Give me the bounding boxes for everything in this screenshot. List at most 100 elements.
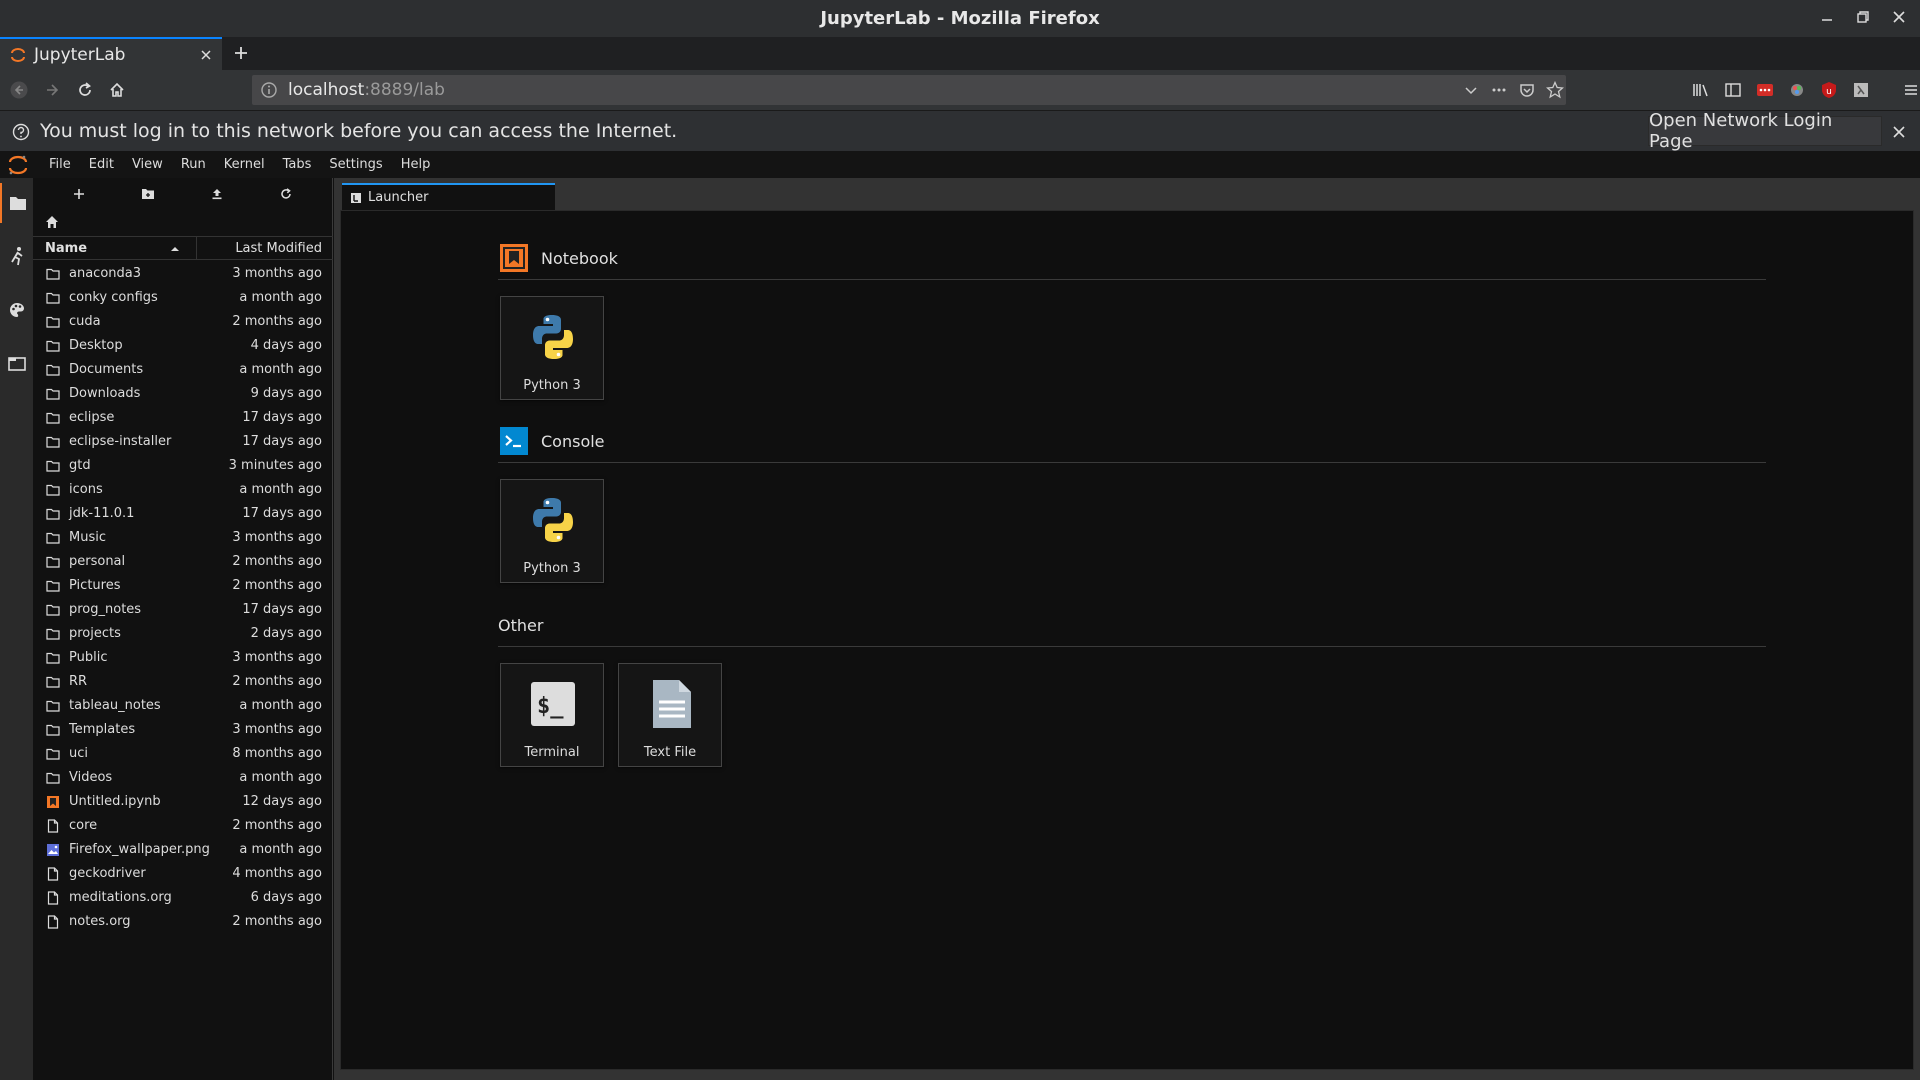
file-row[interactable]: core 2 months ago	[33, 814, 333, 838]
close-notification-icon[interactable]	[1888, 121, 1910, 143]
other-section: Other $_ Terminal Text File	[498, 609, 1766, 767]
file-row[interactable]: Desktop 4 days ago	[33, 334, 333, 358]
refresh-icon[interactable]	[276, 184, 296, 204]
menu-tabs[interactable]: Tabs	[274, 157, 321, 172]
file-name: personal	[69, 554, 126, 569]
new-tab-icon[interactable]	[230, 42, 252, 64]
file-row[interactable]: meditations.org 6 days ago	[33, 886, 333, 910]
file-name: Pictures	[69, 578, 121, 593]
file-row[interactable]: Documents a month ago	[33, 358, 333, 382]
file-row[interactable]: tableau_notes a month ago	[33, 694, 333, 718]
file-row[interactable]: Downloads 9 days ago	[33, 382, 333, 406]
open-network-login-button[interactable]: Open Network Login Page	[1648, 110, 1882, 152]
file-row[interactable]: Music 3 months ago	[33, 526, 333, 550]
file-row[interactable]: icons a month ago	[33, 478, 333, 502]
file-name: eclipse	[69, 410, 115, 425]
file-row[interactable]: anaconda3 3 months ago	[33, 262, 333, 286]
new-launcher-icon[interactable]	[69, 184, 89, 204]
file-row[interactable]: projects 2 days ago	[33, 622, 333, 646]
column-modified-header[interactable]: Last Modified	[235, 241, 322, 256]
file-row[interactable]: Templates 3 months ago	[33, 718, 333, 742]
menu-help[interactable]: Help	[392, 157, 440, 172]
menu-run[interactable]: Run	[172, 157, 215, 172]
file-modified: a month ago	[239, 698, 322, 713]
file-modified: 3 minutes ago	[228, 458, 322, 473]
folder-icon	[46, 603, 60, 617]
bookmark-star-icon[interactable]	[1544, 79, 1566, 101]
text-file-card[interactable]: Text File	[618, 663, 722, 767]
menu-view[interactable]: View	[123, 157, 172, 172]
file-browser-tab-icon[interactable]	[0, 183, 33, 223]
file-name: uci	[69, 746, 88, 761]
pocket-icon[interactable]	[1516, 79, 1538, 101]
notebook-python3-card[interactable]: Python 3	[500, 296, 604, 400]
file-modified: a month ago	[239, 290, 322, 305]
new-folder-icon[interactable]	[138, 184, 158, 204]
file-modified: 2 months ago	[232, 578, 322, 593]
terminal-card[interactable]: $_ Terminal	[500, 663, 604, 767]
file-row[interactable]: Firefox_wallpaper.png a month ago	[33, 838, 333, 862]
file-row[interactable]: eclipse 17 days ago	[33, 406, 333, 430]
url-bar[interactable]: localhost:8889/lab	[252, 75, 1566, 105]
menu-file[interactable]: File	[40, 157, 80, 172]
library-icon[interactable]	[1690, 79, 1712, 101]
jupyter-favicon-icon	[11, 47, 25, 62]
folder-icon	[46, 411, 60, 425]
extension-gray-icon[interactable]	[1850, 79, 1872, 101]
url-dropdown-icon[interactable]	[1460, 79, 1482, 101]
file-row[interactable]: Public 3 months ago	[33, 646, 333, 670]
home-breadcrumb-icon[interactable]	[45, 214, 65, 234]
file-row[interactable]: Untitled.ipynb 12 days ago	[33, 790, 333, 814]
notification-message: You must log in to this network before y…	[40, 120, 678, 142]
ublock-icon[interactable]: u	[1818, 79, 1840, 101]
file-modified: 2 months ago	[232, 914, 322, 929]
browser-tab-jupyterlab[interactable]: JupyterLab	[0, 37, 222, 70]
text-file-card-label: Text File	[643, 745, 697, 760]
open-tabs-icon[interactable]	[0, 344, 33, 384]
launcher-tab[interactable]: Launcher	[342, 183, 555, 210]
sidebar-toggle-icon[interactable]	[1722, 79, 1744, 101]
menu-edit[interactable]: Edit	[80, 157, 123, 172]
property-inspector-palette-icon[interactable]	[0, 290, 33, 330]
terminal-icon: $_	[531, 682, 575, 726]
extension-color-icon[interactable]	[1786, 79, 1808, 101]
upload-icon[interactable]	[207, 184, 227, 204]
column-name-header[interactable]: Name	[45, 241, 87, 256]
python-logo-icon	[533, 498, 573, 542]
console-python3-card[interactable]: Python 3	[500, 479, 604, 583]
notebook-card-label: Python 3	[523, 378, 581, 393]
site-info-icon[interactable]	[260, 81, 278, 99]
file-row[interactable]: notes.org 2 months ago	[33, 910, 333, 934]
close-window-icon[interactable]	[1888, 6, 1910, 28]
file-row[interactable]: personal 2 months ago	[33, 550, 333, 574]
forward-icon[interactable]	[41, 79, 63, 101]
file-list: anaconda3 3 months ago conky configs a mont…	[33, 262, 333, 934]
file-name: geckodriver	[69, 866, 146, 881]
file-row[interactable]: Pictures 2 months ago	[33, 574, 333, 598]
minimize-icon[interactable]	[1816, 6, 1838, 28]
running-sessions-icon[interactable]	[0, 236, 33, 276]
restore-icon[interactable]	[1852, 6, 1874, 28]
back-icon[interactable]	[8, 79, 30, 101]
file-row[interactable]: cuda 2 months ago	[33, 310, 333, 334]
reload-icon[interactable]	[74, 79, 96, 101]
menu-kernel[interactable]: Kernel	[215, 157, 274, 172]
menu-settings[interactable]: Settings	[320, 157, 391, 172]
file-row[interactable]: conky configs a month ago	[33, 286, 333, 310]
folder-icon	[46, 555, 60, 569]
lastpass-icon[interactable]	[1754, 79, 1776, 101]
file-row[interactable]: gtd 3 minutes ago	[33, 454, 333, 478]
hamburger-menu-icon[interactable]	[1900, 79, 1920, 101]
sort-ascending-icon[interactable]	[168, 242, 182, 256]
home-icon[interactable]	[106, 79, 128, 101]
file-row[interactable]: geckodriver 4 months ago	[33, 862, 333, 886]
close-tab-icon[interactable]	[196, 45, 216, 65]
file-row[interactable]: eclipse-installer 17 days ago	[33, 430, 333, 454]
file-name: Templates	[69, 722, 136, 737]
file-row[interactable]: Videos a month ago	[33, 766, 333, 790]
file-row[interactable]: uci 8 months ago	[33, 742, 333, 766]
page-actions-icon[interactable]	[1488, 79, 1510, 101]
file-row[interactable]: prog_notes 17 days ago	[33, 598, 333, 622]
file-row[interactable]: jdk-11.0.1 17 days ago	[33, 502, 333, 526]
file-row[interactable]: RR 2 months ago	[33, 670, 333, 694]
